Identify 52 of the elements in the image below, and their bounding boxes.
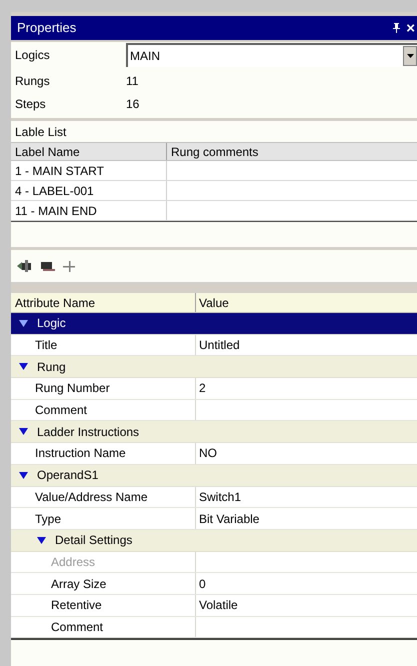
column-header[interactable]: Value (196, 293, 417, 312)
dropdown-value: MAIN (130, 48, 160, 65)
label-list-title: Lable List (14, 124, 68, 140)
expanded-triangle-icon[interactable] (19, 428, 28, 436)
plus-icon[interactable] (63, 260, 75, 272)
category-row[interactable]: Logic (11, 313, 417, 335)
category-label: Detail Settings (55, 532, 132, 550)
info-label: Rungs (14, 72, 51, 90)
attribute-name-cell: Array Size (11, 573, 196, 594)
attribute-value-cell[interactable]: NO (196, 443, 417, 464)
attribute-name-cell: Type (11, 508, 196, 529)
attribute-name-cell: Instruction Name (11, 443, 196, 464)
info-label: Steps (14, 96, 47, 112)
close-button[interactable]: × (406, 20, 415, 36)
logics-dropdown[interactable]: MAIN (126, 43, 417, 67)
expanded-triangle-icon[interactable] (37, 536, 46, 544)
category-label: Ladder Instructions (37, 424, 140, 441)
attribute-name-cell: Title (11, 334, 196, 356)
column-header[interactable]: Rung comments (167, 143, 417, 160)
expanded-triangle-icon[interactable] (19, 472, 28, 479)
attribute-value-cell[interactable]: Volatile (196, 594, 417, 616)
property-pages-icon[interactable] (41, 260, 55, 272)
expanded-triangle-icon[interactable] (19, 320, 28, 327)
dropdown-arrow-button[interactable] (403, 46, 417, 66)
attribute-name-cell: Comment (11, 616, 196, 638)
attribute-value-cell[interactable]: Bit Variable (196, 508, 417, 529)
attribute-value-cell[interactable]: Switch1 (196, 486, 417, 508)
info-value: 16 (126, 96, 140, 112)
category-row[interactable]: Detail Settings (11, 530, 417, 552)
pin-icon[interactable] (393, 23, 400, 33)
category-row[interactable]: Rung (11, 356, 417, 378)
info-value: 11 (126, 72, 138, 90)
sort-categorized-icon[interactable] (17, 260, 33, 272)
attribute-value-cell[interactable]: 0 (196, 573, 417, 594)
attribute-name-cell: Rung Number (11, 378, 196, 399)
attribute-value-cell[interactable]: 2 (196, 378, 417, 399)
category-label: Logic (37, 315, 66, 332)
column-header[interactable]: Label Name (11, 143, 167, 160)
attribute-name-cell: Comment (11, 400, 196, 420)
column-header[interactable]: Attribute Name (11, 293, 196, 312)
attribute-value-cell[interactable]: Untitled (196, 334, 417, 356)
category-row[interactable]: OperandS1 (11, 464, 417, 486)
caret-icon (406, 54, 414, 58)
category-label: OperandS1 (37, 467, 98, 484)
attribute-name-cell: Retentive (11, 594, 196, 616)
window-title: Properties (17, 19, 76, 38)
attribute-name-cell: Address (11, 552, 196, 572)
expanded-triangle-icon[interactable] (19, 363, 28, 370)
logics-label: Logics (14, 47, 51, 64)
category-row[interactable]: Ladder Instructions (11, 421, 417, 444)
category-label: Rung (37, 358, 66, 376)
attribute-name-cell: Value/Address Name (11, 486, 196, 508)
